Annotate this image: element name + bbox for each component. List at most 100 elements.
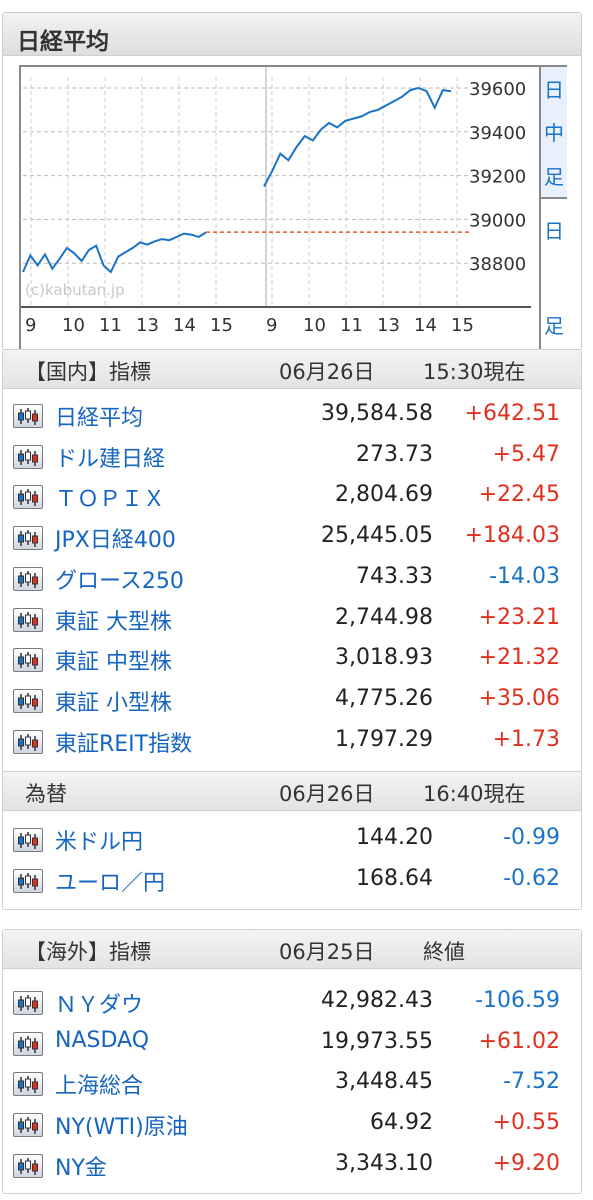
- chart-icon[interactable]: [13, 444, 43, 469]
- index-value: 273.73: [356, 441, 433, 467]
- chart-icon[interactable]: [13, 648, 43, 673]
- panel-header: 日経平均: [3, 13, 581, 56]
- y-tick-label: 39400: [469, 123, 526, 144]
- domestic-header: 【国内】指標 06月26日 15:30現在: [3, 349, 581, 389]
- fx-header: 為替 06月26日 16:40現在: [3, 771, 581, 811]
- index-change: -14.03: [489, 563, 560, 589]
- index-value: 3,018.93: [335, 645, 433, 671]
- chart-icon[interactable]: [13, 566, 43, 591]
- list-item: 上海総合 3,448.45 -7.52: [3, 1063, 581, 1104]
- index-change: -106.59: [475, 988, 560, 1013]
- list-item: 東証 小型株 4,775.26 +35.06: [3, 680, 581, 721]
- list-item: NASDAQ 19,973.55 +61.02: [3, 1023, 581, 1064]
- x-tick-label: 9: [25, 315, 36, 336]
- nikkei-chart-panel: 日経平均 39600 39400 39200 39000 38800 9 10 11 13 14 1…: [2, 12, 582, 357]
- overseas-panel: 【海外】指標 06月25日 終値 ＮＹダウ 42,982.43 -106.59 NAS…: [2, 929, 582, 1194]
- index-change: -0.62: [503, 866, 560, 891]
- x-tick-label: 9: [266, 315, 277, 336]
- chart-svg: 39600 39400 39200 39000 38800 9 10 11 13 14 15 9 10 1…: [21, 67, 531, 336]
- index-change: +21.32: [478, 645, 560, 671]
- intraday-tab-char-2: 中: [544, 121, 564, 146]
- domestic-panel: 【国内】指標 06月26日 15:30現在 日経平均 39,584.58 +642.…: [2, 349, 582, 910]
- chart-icon[interactable]: [13, 1072, 43, 1097]
- index-value: 4,775.26: [335, 685, 433, 711]
- index-name-link[interactable]: ＮＹダウ: [55, 987, 143, 1019]
- overseas-header-time: 終値: [423, 940, 465, 964]
- index-name-link[interactable]: NY(WTI)原油: [55, 1109, 188, 1141]
- intraday-tab-char-1: 日: [544, 78, 564, 103]
- y-tick-label: 39600: [469, 79, 526, 100]
- fx-header-label: 為替: [25, 782, 67, 806]
- index-change: +5.47: [492, 441, 560, 467]
- index-value: 25,445.05: [321, 523, 433, 549]
- list-item: NY金 3,343.10 +9.20: [3, 1145, 581, 1186]
- domestic-header-time: 15:30現在: [423, 360, 526, 384]
- index-change: +0.55: [492, 1110, 560, 1136]
- index-name-link[interactable]: 東証REIT指数: [55, 726, 192, 758]
- index-name-link[interactable]: 上海総合: [55, 1068, 143, 1100]
- chart-icon[interactable]: [13, 869, 43, 893]
- list-item: ＴＯＰＩＸ 2,804.69 +22.45: [3, 476, 581, 517]
- index-value: 64.92: [370, 1110, 433, 1136]
- y-tick-label: 39000: [469, 210, 526, 231]
- chart-icon[interactable]: [13, 688, 43, 713]
- index-name-link[interactable]: ユーロ／円: [55, 865, 165, 897]
- index-value: 144.20: [356, 825, 433, 850]
- list-item: ＮＹダウ 42,982.43 -106.59: [3, 982, 581, 1023]
- index-name-link[interactable]: 東証 大型株: [55, 604, 172, 636]
- overseas-header-date: 06月25日: [279, 940, 375, 964]
- x-tick-label: 10: [303, 315, 326, 336]
- panel-title: 日経平均: [17, 29, 109, 55]
- chart-icon[interactable]: [13, 729, 43, 754]
- chart-icon[interactable]: [13, 526, 43, 551]
- index-name-link[interactable]: NY金: [55, 1150, 107, 1182]
- index-name-link[interactable]: NASDAQ: [55, 1028, 149, 1053]
- daily-tab[interactable]: 日 足: [539, 199, 567, 355]
- chart-icon[interactable]: [13, 485, 43, 510]
- index-name-link[interactable]: 東証 中型株: [55, 644, 172, 676]
- index-value: 3,343.10: [335, 1150, 433, 1176]
- index-value: 1,797.29: [335, 726, 433, 752]
- index-value: 2,744.98: [335, 604, 433, 630]
- list-item: ドル建日経 273.73 +5.47: [3, 436, 581, 477]
- chart-icon[interactable]: [13, 404, 43, 428]
- domestic-header-label: 【国内】指標: [25, 360, 151, 384]
- index-change: +184.03: [464, 523, 560, 549]
- x-tick-label: 11: [99, 315, 122, 336]
- x-tick-label: 14: [414, 315, 437, 336]
- nikkei-chart[interactable]: 39600 39400 39200 39000 38800 9 10 11 13 14 15 9 10 1…: [19, 65, 567, 357]
- index-value: 42,982.43: [321, 988, 433, 1013]
- index-change: +1.73: [492, 726, 560, 752]
- daily-tab-char-3: 足: [544, 313, 564, 338]
- chart-icon[interactable]: [13, 607, 43, 632]
- list-item: 米ドル円 144.20 -0.99: [3, 819, 581, 860]
- index-change: -7.52: [503, 1069, 560, 1095]
- index-name-link[interactable]: 米ドル円: [55, 824, 143, 856]
- x-tick-label: 13: [136, 315, 159, 336]
- y-tick-label: 39200: [469, 167, 526, 188]
- x-tick-label: 15: [451, 315, 474, 336]
- index-name-link[interactable]: ＴＯＰＩＸ: [55, 481, 165, 513]
- index-change: +22.45: [478, 482, 560, 508]
- list-item: 日経平均 39,584.58 +642.51: [3, 395, 581, 436]
- list-item: JPX日経400 25,445.05 +184.03: [3, 517, 581, 558]
- index-name-link[interactable]: グロース250: [55, 563, 184, 595]
- watermark: (c)kabutan.jp: [25, 281, 125, 299]
- x-tick-label: 13: [377, 315, 400, 336]
- intraday-tab[interactable]: 日 中 足: [539, 67, 567, 199]
- chart-icon[interactable]: [13, 828, 43, 852]
- chart-icon[interactable]: [13, 1113, 43, 1138]
- overseas-header-label: 【海外】指標: [25, 940, 151, 964]
- index-name-link[interactable]: 日経平均: [55, 400, 143, 432]
- index-name-link[interactable]: ドル建日経: [55, 441, 165, 473]
- index-value: 39,584.58: [321, 401, 433, 426]
- index-name-link[interactable]: JPX日経400: [55, 522, 176, 554]
- chart-icon[interactable]: [13, 1153, 43, 1178]
- y-tick-label: 38800: [469, 254, 526, 275]
- chart-icon[interactable]: [13, 991, 43, 1015]
- overseas-header: 【海外】指標 06月25日 終値: [3, 930, 581, 969]
- x-tick-label: 11: [340, 315, 363, 336]
- index-name-link[interactable]: 東証 小型株: [55, 685, 172, 717]
- chart-icon[interactable]: [13, 1031, 43, 1056]
- index-value: 3,448.45: [335, 1069, 433, 1095]
